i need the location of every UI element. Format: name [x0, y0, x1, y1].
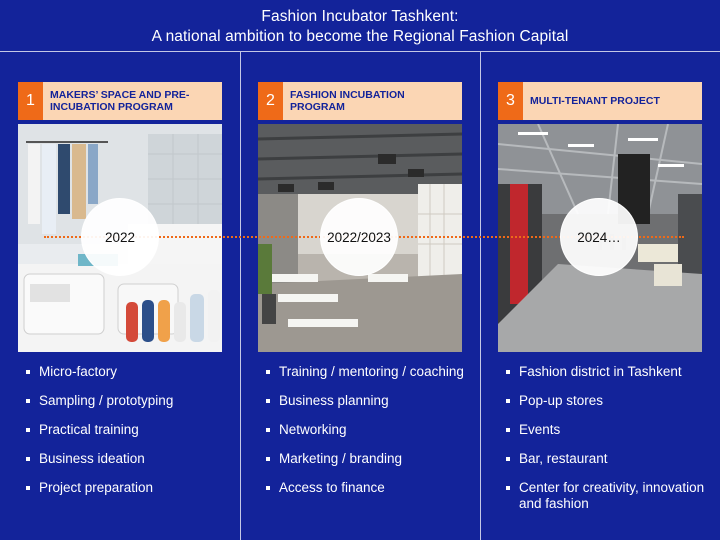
feature-list: Micro-factory Sampling / prototyping Pra…: [26, 364, 226, 509]
year-badge-2024: 2024…: [560, 198, 638, 276]
list-item: Events: [506, 422, 706, 438]
list-item: Access to finance: [266, 480, 466, 496]
column-divider-2: [480, 52, 481, 540]
list-item: Fashion district in Tashkent: [506, 364, 706, 380]
slide-title: Fashion Incubator Tashkent: A national a…: [0, 0, 720, 52]
list-item: Training / mentoring / coaching: [266, 364, 466, 380]
column-header: 3 MULTI-TENANT PROJECT: [498, 82, 702, 120]
list-item: Networking: [266, 422, 466, 438]
column-header: 2 FASHION INCUBATION PROGRAM: [258, 82, 462, 120]
list-item: Center for creativity, innovation and fa…: [506, 480, 706, 512]
list-item: Marketing / branding: [266, 451, 466, 467]
year-badge-2022: 2022: [81, 198, 159, 276]
title-line-1: Fashion Incubator Tashkent:: [261, 8, 459, 25]
column-title: MAKERS’ SPACE AND PRE-INCUBATION PROGRAM: [50, 89, 190, 113]
title-line-2: A national ambition to become the Region…: [151, 28, 569, 45]
list-item: Bar, restaurant: [506, 451, 706, 467]
list-item: Practical training: [26, 422, 226, 438]
list-item: Pop-up stores: [506, 393, 706, 409]
feature-list: Fashion district in Tashkent Pop-up stor…: [506, 364, 706, 525]
column-header: 1 MAKERS’ SPACE AND PRE-INCUBATION PROGR…: [18, 82, 222, 120]
step-number: 3: [498, 82, 523, 120]
list-item: Business ideation: [26, 451, 226, 467]
column-title: MULTI-TENANT PROJECT: [530, 95, 660, 107]
list-item: Sampling / prototyping: [26, 393, 226, 409]
feature-list: Training / mentoring / coaching Business…: [266, 364, 466, 509]
year-badge-2022-2023: 2022/2023: [320, 198, 398, 276]
step-number: 2: [258, 82, 283, 120]
step-number: 1: [18, 82, 43, 120]
list-item: Project preparation: [26, 480, 226, 496]
list-item: Micro-factory: [26, 364, 226, 380]
column-divider-1: [240, 52, 241, 540]
column-title: FASHION INCUBATION PROGRAM: [290, 89, 405, 113]
list-item: Business planning: [266, 393, 466, 409]
title-divider: [0, 51, 720, 52]
